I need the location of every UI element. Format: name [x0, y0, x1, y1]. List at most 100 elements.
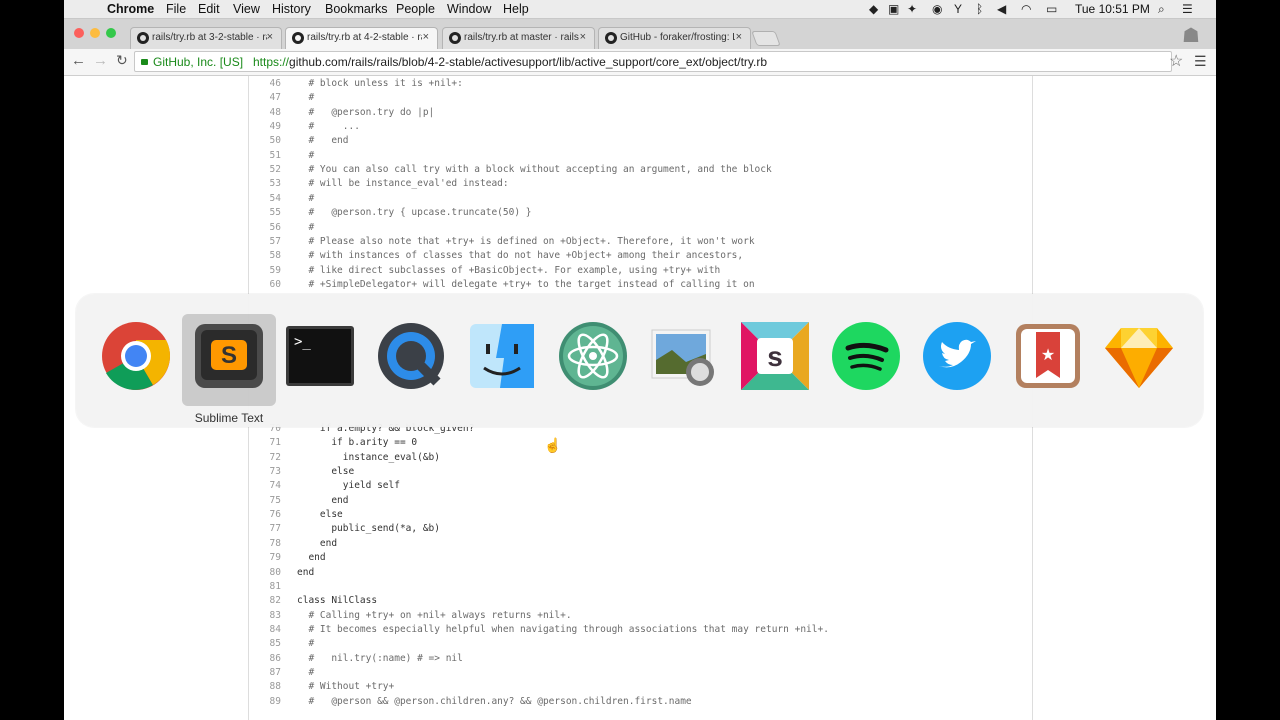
incognito-profile-icon[interactable]: ☗ — [1182, 23, 1200, 48]
line-number[interactable]: 50 — [249, 135, 281, 146]
line-number[interactable]: 77 — [249, 523, 281, 534]
forward-button[interactable]: → — [93, 52, 108, 69]
line-number[interactable]: 75 — [249, 495, 281, 506]
line-number[interactable]: 49 — [249, 121, 281, 132]
menu-bookmarks[interactable]: Bookmarks — [325, 2, 388, 16]
line-number[interactable]: 56 — [249, 222, 281, 233]
code-text: end — [297, 566, 315, 578]
switcher-app-quicktime[interactable] — [371, 316, 451, 396]
volume-icon[interactable]: ◀ — [997, 2, 1006, 16]
line-number[interactable]: 54 — [249, 193, 281, 204]
terminal-icon: >_ — [286, 326, 354, 386]
tab-frosting[interactable]: GitHub - foraker/frosting: L × — [598, 27, 751, 49]
address-bar[interactable]: GitHub, Inc. [US] https://github.com/rai… — [134, 51, 1172, 72]
switcher-app-sublime-text[interactable]: S — [189, 316, 269, 396]
fork-icon[interactable]: Y — [954, 2, 962, 16]
close-window-button[interactable] — [74, 28, 84, 38]
line-number[interactable]: 53 — [249, 178, 281, 189]
switcher-app-slack[interactable]: s — [735, 316, 815, 396]
bookmark-app-icon[interactable]: ▣ — [888, 2, 899, 16]
line-number[interactable]: 46 — [249, 78, 281, 89]
line-number[interactable]: 72 — [249, 452, 281, 463]
notification-center-icon[interactable]: ☰ — [1182, 2, 1193, 16]
chrome-menu-icon[interactable]: ☰ — [1194, 53, 1207, 70]
line-number[interactable]: 57 — [249, 236, 281, 247]
line-number[interactable]: 78 — [249, 538, 281, 549]
tab-close-icon[interactable]: × — [267, 31, 273, 43]
line-number[interactable]: 83 — [249, 610, 281, 621]
line-number[interactable]: 48 — [249, 107, 281, 118]
reload-button[interactable]: ↻ — [116, 52, 128, 69]
new-tab-button[interactable] — [751, 31, 781, 46]
switcher-app-twitter[interactable] — [917, 316, 997, 396]
line-number[interactable]: 84 — [249, 624, 281, 635]
twitter-status-icon[interactable]: ✦ — [907, 2, 917, 16]
bookmark-star-icon[interactable]: ☆ — [1169, 51, 1183, 71]
tab-try-4-2-stable[interactable]: rails/try.rb at 4-2-stable · rails/rails… — [285, 27, 438, 50]
line-number[interactable]: 82 — [249, 595, 281, 606]
menu-chrome[interactable]: Chrome — [107, 2, 154, 16]
line-number[interactable]: 71 — [249, 437, 281, 448]
selected-app-label: Sublime Text — [194, 411, 264, 425]
dropbox-icon[interactable]: ◆ — [869, 2, 878, 16]
line-number[interactable]: 80 — [249, 567, 281, 578]
line-number[interactable]: 52 — [249, 164, 281, 175]
line-number[interactable]: 73 — [249, 466, 281, 477]
record-icon[interactable]: ◉ — [932, 2, 942, 16]
line-number[interactable]: 89 — [249, 696, 281, 707]
switcher-app-sketch[interactable] — [1099, 316, 1179, 396]
switcher-app-chrome[interactable] — [96, 316, 176, 396]
tab-try-master[interactable]: rails/try.rb at master · rails/rails × — [442, 27, 595, 49]
menu-edit[interactable]: Edit — [198, 2, 220, 16]
battery-icon[interactable]: ▭ — [1046, 2, 1057, 16]
switcher-app-preview[interactable] — [644, 316, 724, 396]
tab-title: GitHub - foraker/frosting: L — [620, 32, 735, 43]
switcher-app-finder[interactable] — [462, 316, 542, 396]
code-text: end — [297, 494, 349, 506]
line-number[interactable]: 81 — [249, 581, 281, 592]
line-number[interactable]: 60 — [249, 279, 281, 290]
tab-close-icon[interactable]: × — [736, 31, 742, 43]
menu-people[interactable]: People — [396, 2, 435, 16]
switcher-app-spotify[interactable] — [826, 316, 906, 396]
menu-window[interactable]: Window — [447, 2, 491, 16]
line-number[interactable]: 86 — [249, 653, 281, 664]
switcher-app-wunderlist[interactable]: ★ — [1008, 316, 1088, 396]
code-text: end — [297, 552, 326, 564]
tab-close-icon[interactable]: × — [423, 31, 429, 43]
menubar-clock[interactable]: Tue 10:51 PM — [1075, 2, 1150, 16]
menu-view[interactable]: View — [233, 2, 260, 16]
line-number[interactable]: 79 — [249, 552, 281, 563]
switcher-app-terminal[interactable]: >_ — [280, 316, 360, 396]
code-text: class NilClass — [297, 595, 378, 607]
preview-icon — [651, 329, 714, 386]
url-text[interactable]: https://github.com/rails/rails/blob/4-2-… — [253, 55, 767, 69]
tab-try-3-2-stable[interactable]: rails/try.rb at 3-2-stable · rails/rails… — [130, 27, 282, 49]
tab-close-icon[interactable]: × — [580, 31, 586, 43]
code-text: instance_eval(&b) — [297, 451, 440, 463]
switcher-app-atom[interactable] — [553, 316, 633, 396]
minimize-window-button[interactable] — [90, 28, 100, 38]
github-icon — [449, 32, 461, 44]
menu-history[interactable]: History — [272, 2, 311, 16]
line-number[interactable]: 51 — [249, 150, 281, 161]
spotlight-search-icon[interactable]: ⌕ — [1158, 2, 1165, 17]
line-number[interactable]: 47 — [249, 92, 281, 103]
line-number[interactable]: 74 — [249, 480, 281, 491]
code-text: # Please also note that +try+ is defined… — [297, 235, 755, 247]
security-indicator[interactable]: GitHub, Inc. [US] — [141, 55, 243, 69]
zoom-window-button[interactable] — [106, 28, 116, 38]
line-number[interactable]: 85 — [249, 638, 281, 649]
bluetooth-icon[interactable]: ᛒ — [976, 2, 983, 16]
line-number[interactable]: 59 — [249, 265, 281, 276]
wifi-icon[interactable]: ◠ — [1021, 2, 1031, 16]
line-number[interactable]: 88 — [249, 681, 281, 692]
line-number[interactable]: 58 — [249, 250, 281, 261]
github-icon — [605, 32, 617, 44]
menu-help[interactable]: Help — [503, 2, 529, 16]
line-number[interactable]: 55 — [249, 207, 281, 218]
menu-file[interactable]: File — [166, 2, 186, 16]
back-button[interactable]: ← — [71, 52, 86, 69]
line-number[interactable]: 87 — [249, 667, 281, 678]
line-number[interactable]: 76 — [249, 509, 281, 520]
